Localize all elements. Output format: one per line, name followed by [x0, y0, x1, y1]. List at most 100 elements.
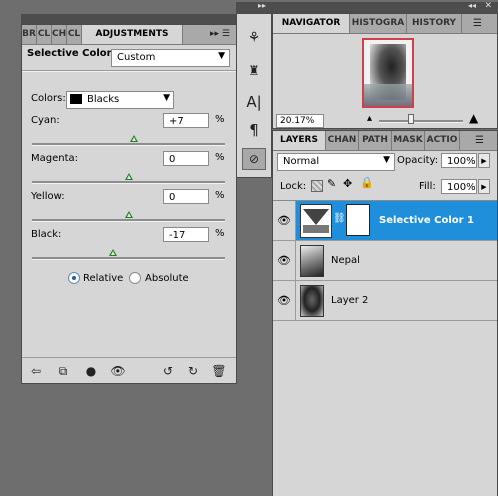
fill-field[interactable]: 100% — [441, 179, 477, 194]
percent-unit: % — [215, 152, 225, 163]
percent-unit: % — [215, 190, 225, 201]
stamp-icon[interactable]: ♜ — [243, 62, 265, 82]
opacity-arrow-icon[interactable]: ▶ — [478, 153, 490, 168]
relative-radio[interactable] — [68, 272, 80, 284]
lock-move-icon[interactable]: ✥ — [343, 177, 352, 190]
clip-to-layer-icon[interactable]: ● — [80, 361, 102, 381]
tab-layers[interactable]: LAYERS — [273, 131, 326, 150]
yellow-value-field[interactable]: 0 — [163, 189, 209, 204]
preset-select[interactable]: Custom ▼ — [111, 49, 230, 67]
zoom-field[interactable]: 20.17% — [276, 114, 324, 128]
visibility-eye-icon[interactable]: 👁 — [273, 281, 296, 320]
opacity-label: Opacity: — [397, 155, 439, 166]
magenta-value-field[interactable]: 0 — [163, 151, 209, 166]
tab-navigator[interactable]: NAVIGATOR — [273, 14, 350, 33]
layer-name: Layer 2 — [331, 295, 369, 306]
tab-character[interactable]: CH — [52, 25, 67, 44]
zoom-out-icon[interactable]: ▴ — [367, 113, 372, 124]
layer-mask-thumbnail — [346, 204, 370, 236]
expand-view-icon[interactable]: ⧉ — [52, 361, 74, 381]
back-arrow-icon[interactable]: ⇦ — [25, 361, 47, 381]
layer-thumbnail — [300, 285, 324, 317]
reset-icon[interactable]: ↻ — [182, 361, 204, 381]
panel-menu-icon[interactable]: ☰ — [473, 14, 493, 33]
tab-history[interactable]: HISTORY — [407, 14, 462, 33]
visibility-eye-icon[interactable]: 👁 — [107, 361, 129, 381]
color-swatch — [70, 94, 82, 104]
tab-paths[interactable]: PATH — [359, 131, 392, 150]
navigator-titlebar: ◂◂ ✕ — [272, 1, 498, 13]
magenta-slider-track[interactable] — [32, 181, 225, 184]
navigator-tab-strip: NAVIGATOR HISTOGRA HISTORY ☰ — [273, 14, 497, 34]
black-slider-track[interactable] — [32, 257, 225, 260]
yellow-slider-thumb[interactable] — [124, 211, 133, 218]
slider-label: Magenta: — [31, 153, 79, 164]
trash-icon[interactable]: 🗑 — [208, 361, 230, 381]
panel-menu-icon[interactable]: ▸▸ ☰ — [194, 25, 230, 44]
tab-color[interactable]: CL — [67, 25, 82, 44]
paragraph-icon[interactable]: ¶ — [243, 120, 265, 140]
chevron-down-icon: ▼ — [218, 51, 225, 61]
blend-mode-select[interactable]: Normal ▼ — [277, 153, 395, 171]
thumbnail-landscape — [364, 84, 412, 106]
tool-icon-strip: ⚘ ♜ A| ¶ ⊘ — [236, 13, 272, 178]
character-icon[interactable]: A| — [243, 92, 265, 112]
layer-row-selective-color[interactable]: 👁 ⛓ Selective Color 1 — [273, 201, 497, 241]
tab-masks[interactable]: MASK — [392, 131, 425, 150]
opacity-field[interactable]: 100% — [441, 153, 477, 168]
colors-value: Blacks — [87, 94, 120, 105]
percent-unit: % — [215, 228, 225, 239]
adjustments-icon[interactable]: ⊘ — [242, 148, 266, 170]
colors-select[interactable]: Blacks ▼ — [66, 91, 174, 109]
preset-value: Custom — [117, 52, 156, 63]
adjustments-tab-strip: BR CL CH CL ADJUSTMENTS ▸▸ ☰ — [22, 25, 236, 45]
slider-label: Yellow: — [31, 191, 65, 202]
zoom-slider-track[interactable] — [379, 120, 463, 123]
lock-brush-icon[interactable]: ✎ — [327, 177, 336, 190]
collapse-icon[interactable]: ◂◂ — [468, 1, 476, 10]
collapse-icon[interactable]: ▸▸ — [258, 1, 266, 10]
visibility-eye-icon[interactable]: 👁 — [273, 201, 296, 240]
lock-all-icon[interactable]: 🔒 — [360, 176, 374, 189]
magenta-slider-thumb[interactable] — [124, 173, 133, 180]
slider-label: Cyan: — [31, 115, 60, 126]
tool-strip-titlebar: ▸▸ — [236, 1, 272, 13]
adjustments-panel-titlebar — [21, 14, 237, 24]
adjustments-bottom-toolbar: ⇦ ⧉ ● 👁 ↺ ↻ 🗑 — [22, 357, 236, 384]
close-icon[interactable]: ✕ — [484, 1, 492, 11]
tab-actions[interactable]: ACTIO — [425, 131, 460, 150]
zoom-in-icon[interactable]: ▲ — [469, 111, 478, 125]
panel-menu-icon[interactable]: ☰ — [475, 131, 495, 150]
cyan-slider-track[interactable] — [32, 143, 225, 146]
tab-channels[interactable]: CHAN — [326, 131, 359, 150]
tab-brushes[interactable]: BR — [22, 25, 37, 44]
navigator-thumbnail[interactable] — [362, 38, 414, 108]
radio-dot — [72, 276, 76, 280]
cyan-value-field[interactable]: +7 — [163, 113, 209, 128]
layer-row-layer-2[interactable]: 👁 Layer 2 — [273, 281, 497, 321]
layer-row-nepal[interactable]: 👁 Nepal — [273, 241, 497, 281]
cyan-slider-thumb[interactable] — [130, 135, 139, 142]
absolute-radio[interactable] — [129, 272, 141, 284]
zoom-slider-thumb[interactable] — [407, 114, 414, 124]
lock-transparent-icon[interactable] — [311, 180, 323, 192]
plugin-icon[interactable]: ⚘ — [243, 28, 265, 48]
layers-tab-strip: LAYERS CHAN PATH MASK ACTIO ☰ — [273, 131, 497, 151]
fill-arrow-icon[interactable]: ▶ — [478, 179, 490, 194]
adjustments-panel: BR CL CH CL ADJUSTMENTS ▸▸ ☰ Selective C… — [21, 24, 237, 384]
fill-label: Fill: — [419, 181, 436, 192]
link-chain-icon[interactable]: ⛓ — [333, 213, 346, 224]
relative-label[interactable]: Relative — [83, 273, 123, 284]
black-slider-thumb[interactable] — [109, 249, 118, 256]
blend-mode-value: Normal — [283, 156, 320, 167]
absolute-label[interactable]: Absolute — [145, 273, 189, 284]
tab-clone[interactable]: CL — [37, 25, 52, 44]
yellow-slider-track[interactable] — [32, 219, 225, 222]
divider — [22, 71, 236, 72]
visibility-eye-icon[interactable]: 👁 — [273, 241, 296, 280]
tab-histogram[interactable]: HISTOGRA — [350, 14, 407, 33]
layer-thumbnail — [300, 245, 324, 277]
view-previous-icon[interactable]: ↺ — [157, 361, 179, 381]
tab-adjustments[interactable]: ADJUSTMENTS — [82, 25, 183, 44]
black-value-field[interactable]: -17 — [163, 227, 209, 242]
